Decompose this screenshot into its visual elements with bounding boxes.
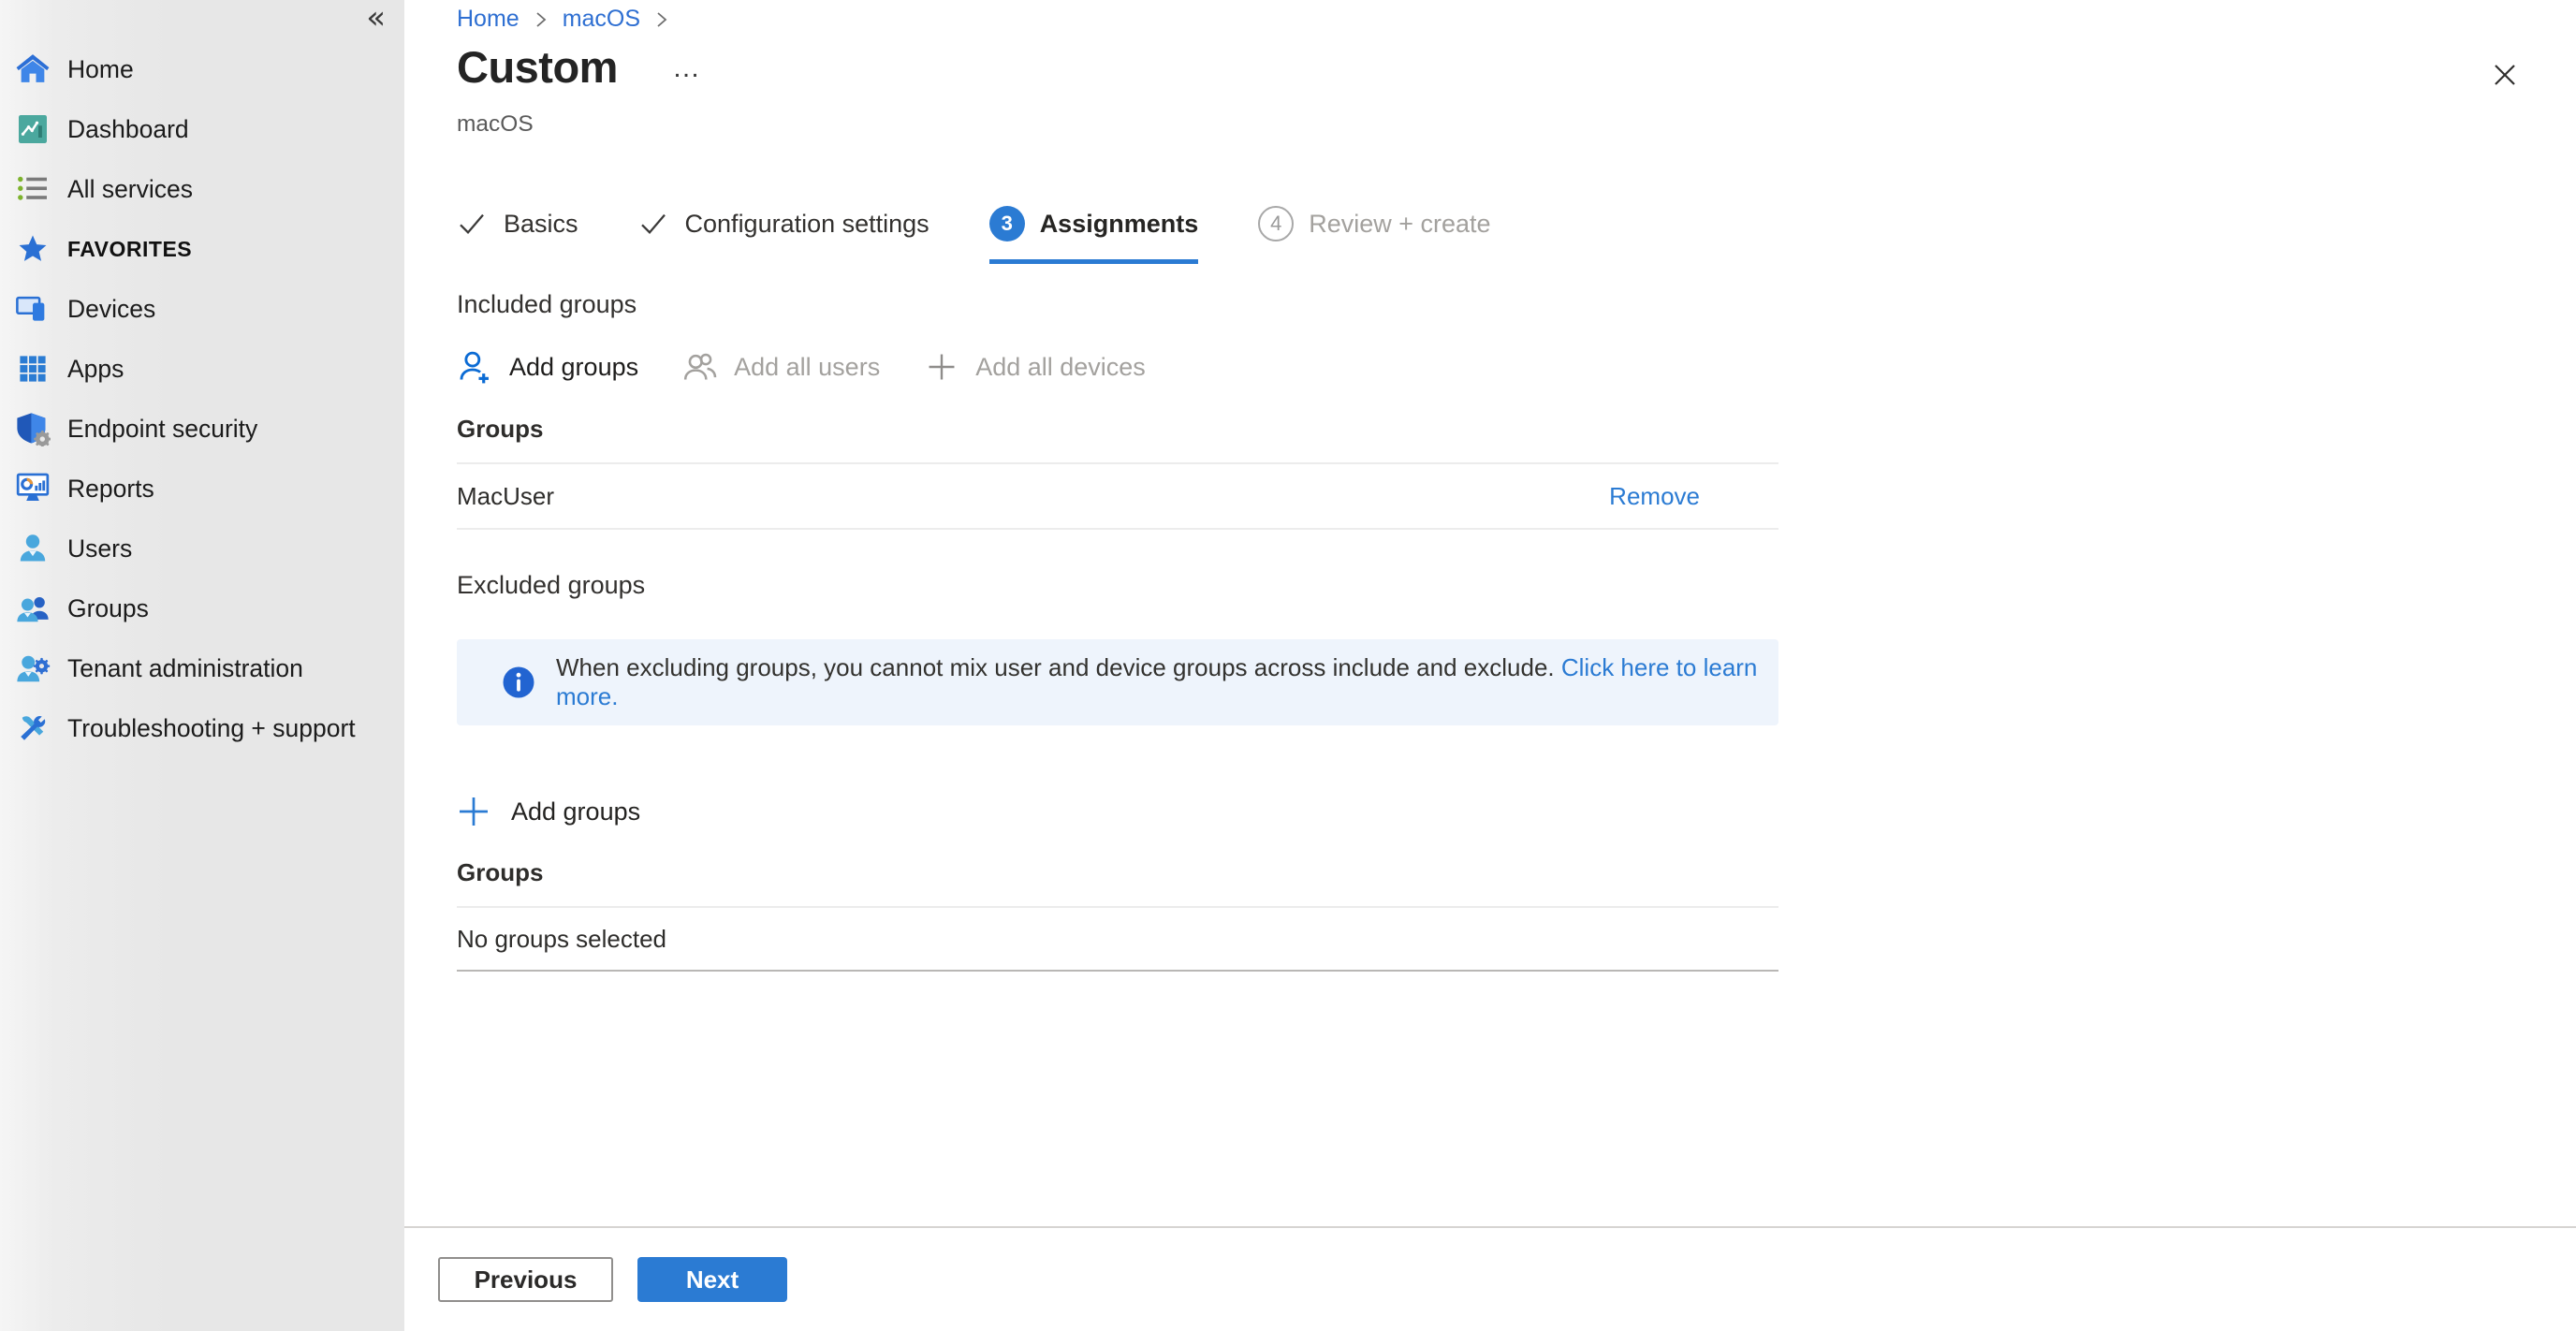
tab-review-create: 4 Review + create [1258,206,1490,264]
next-button[interactable]: Next [637,1257,787,1302]
tab-basics[interactable]: Basics [457,206,578,264]
add-all-devices-label: Add all devices [975,353,1146,382]
intune-admin-window: « Home [0,0,2576,1331]
tab-label: Basics [504,210,578,239]
home-icon [11,50,54,89]
groups-column-header: Groups [457,415,1778,462]
info-banner: When excluding groups, you cannot mix us… [457,639,1778,725]
apps-icon [11,349,54,388]
more-options-button[interactable]: … [672,51,702,84]
sidebar-item-users[interactable]: Users [0,519,404,578]
sidebar-favorites-label: FAVORITES [67,237,192,262]
sidebar-item-label: Devices [67,295,155,324]
sidebar-item-label: All services [67,175,193,204]
add-all-devices-button: Add all devices [923,348,1146,386]
sidebar-item-label: Groups [67,594,149,623]
sidebar-item-home[interactable]: Home [0,39,404,99]
excluded-groups-heading: Excluded groups [457,562,1778,600]
info-message: When excluding groups, you cannot mix us… [556,653,1555,681]
step-number-badge: 4 [1258,206,1294,241]
empty-state-text: No groups selected [457,908,1778,970]
shield-gear-icon [11,409,54,448]
plus-icon [457,795,490,828]
tab-assignments[interactable]: 3 Assignments [989,206,1199,264]
sidebar: « Home [0,0,404,1331]
sidebar-item-label: Endpoint security [67,415,257,444]
groups-icon [11,589,54,628]
included-groups-heading: Included groups [457,281,1778,319]
sidebar-item-all-services[interactable]: All services [0,159,404,219]
tenant-admin-icon [11,649,54,688]
wizard-footer: Previous Next [404,1226,2576,1331]
add-all-users-label: Add all users [734,353,880,382]
sidebar-item-label: Tenant administration [67,654,303,683]
sidebar-item-label: Apps [67,355,124,384]
tab-label: Review + create [1309,210,1490,239]
tab-label: Configuration settings [685,210,929,239]
sidebar-item-label: Users [67,534,132,563]
chevron-right-icon [534,9,548,30]
sidebar-item-devices[interactable]: Devices [0,279,404,339]
all-services-icon [11,169,54,209]
info-icon [502,666,535,699]
dashboard-icon [11,110,54,149]
sidebar-item-troubleshooting-support[interactable]: Troubleshooting + support [0,698,404,758]
troubleshoot-icon [11,709,54,748]
person-add-icon [457,348,494,386]
plus-icon [923,348,960,386]
chevron-right-icon [655,9,668,30]
people-icon [681,348,719,386]
sidebar-item-label: Dashboard [67,115,189,144]
tab-configuration-settings[interactable]: Configuration settings [638,206,929,264]
groups-column-header: Groups [457,858,1778,906]
sidebar-item-tenant-administration[interactable]: Tenant administration [0,638,404,698]
sidebar-item-endpoint-security[interactable]: Endpoint security [0,399,404,459]
sidebar-item-apps[interactable]: Apps [0,339,404,399]
devices-icon [11,289,54,329]
wizard-steps: Basics Configuration settings 3 Assignme… [457,206,1551,264]
sidebar-nav: Home Dashboard [0,0,404,758]
group-name: MacUser [457,482,554,511]
reports-icon [11,469,54,508]
checkmark-icon [638,208,670,240]
star-icon [11,229,54,269]
breadcrumb: Home macOS [457,6,683,33]
excluded-groups-table: Groups No groups selected [457,858,1778,972]
close-icon [2489,59,2521,91]
remove-group-link[interactable]: Remove [1609,482,1700,511]
main-content: Home macOS Custom … macOS [404,0,2576,1331]
page-subtitle: macOS [457,111,534,138]
breadcrumb-home-link[interactable]: Home [457,6,520,33]
page-header: Custom … [457,41,702,93]
info-banner-text: When excluding groups, you cannot mix us… [556,653,1778,711]
table-divider [457,528,1778,530]
step-number-badge: 3 [989,206,1025,241]
add-groups-button[interactable]: Add groups [457,348,638,386]
add-groups-label: Add groups [509,353,638,382]
excluded-add-groups-button[interactable]: Add groups [457,791,1778,832]
close-blade-button[interactable] [2488,58,2522,92]
sidebar-item-groups[interactable]: Groups [0,578,404,638]
sidebar-item-label: Troubleshooting + support [67,714,356,743]
add-all-users-button: Add all users [681,348,880,386]
sidebar-item-label: Home [67,55,134,84]
breadcrumb-macos-link[interactable]: macOS [563,6,640,33]
table-row: MacUser Remove [457,464,1778,528]
user-icon [11,529,54,568]
sidebar-item-reports[interactable]: Reports [0,459,404,519]
included-groups-table: Groups MacUser Remove [457,415,1778,530]
excluded-add-groups-label: Add groups [511,797,640,826]
tab-label: Assignments [1040,210,1199,239]
assignments-panel: Included groups Add groups [457,281,1778,972]
table-divider [457,970,1778,972]
sidebar-item-label: Reports [67,475,154,504]
previous-button[interactable]: Previous [438,1257,613,1302]
included-groups-actions: Add groups Add all users [457,345,1778,388]
sidebar-collapse-icon[interactable]: « [366,2,386,34]
page-title: Custom [457,41,618,93]
sidebar-favorites-header: FAVORITES [0,219,404,279]
checkmark-icon [457,208,489,240]
sidebar-item-dashboard[interactable]: Dashboard [0,99,404,159]
